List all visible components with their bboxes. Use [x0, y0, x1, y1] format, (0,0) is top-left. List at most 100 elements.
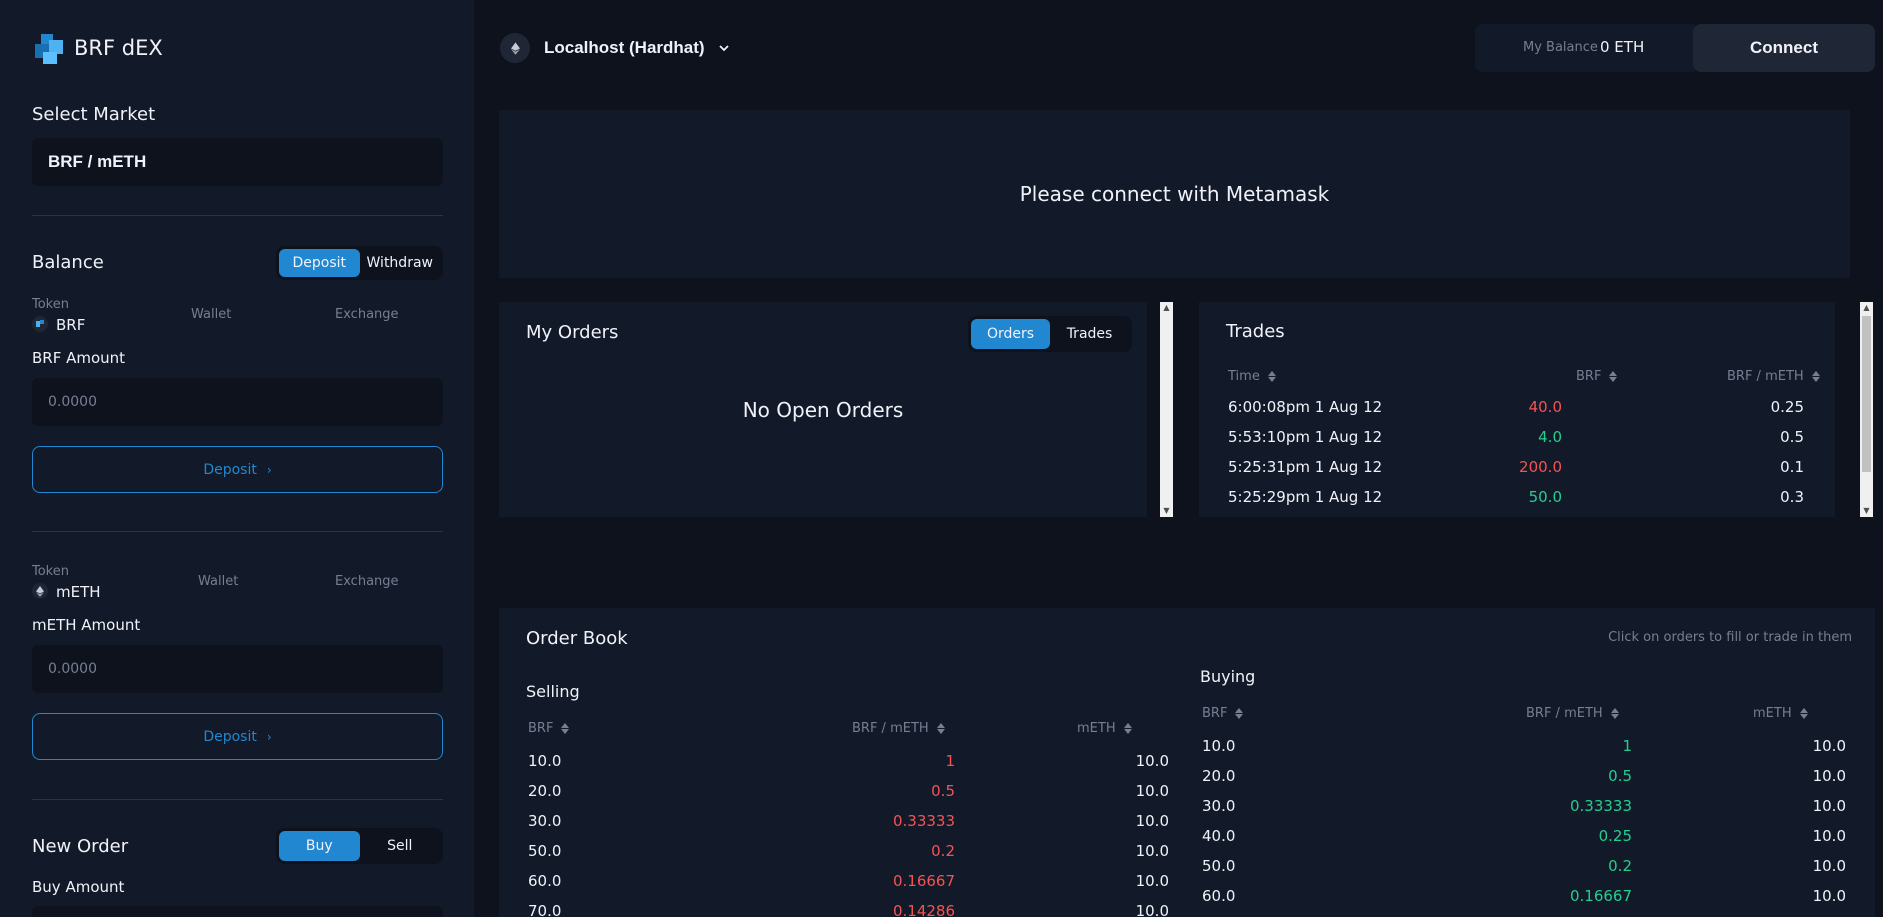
sell-order-meth: 10.0	[1135, 872, 1169, 890]
sidebar: BRF dEX Select Market BRF / mETH Balance…	[0, 0, 474, 917]
sell-order-price: 0.5	[931, 782, 955, 800]
buy-amount-field[interactable]	[32, 906, 443, 917]
sort-icon	[1799, 708, 1808, 719]
meth-amount-input[interactable]	[32, 645, 443, 693]
buy-order-price: 0.33333	[1569, 797, 1632, 815]
table-row[interactable]: 70.0 0.14286 10.0	[499, 902, 1169, 917]
sort-icon	[561, 723, 570, 734]
my-balance-value: 0 ETH	[1600, 38, 1645, 56]
divider	[32, 215, 443, 216]
trade-price: 0.1	[1780, 458, 1804, 476]
divider	[32, 799, 443, 800]
scroll-up-arrow-icon[interactable]: ▲	[1160, 302, 1173, 314]
buy-order-price: 0.5	[1608, 767, 1632, 785]
buying-header-brf[interactable]: BRF	[1202, 706, 1244, 721]
trades-header-brf[interactable]: BRF	[1576, 369, 1618, 384]
table-row[interactable]: 10.0 1 10.0	[1199, 737, 1846, 763]
sell-order-meth: 10.0	[1135, 902, 1169, 917]
meth-amount-field[interactable]	[32, 645, 443, 693]
my-orders-scrollbar[interactable]: ▲ ▼	[1160, 302, 1173, 517]
scroll-thumb[interactable]	[1862, 316, 1871, 472]
deposit-tab[interactable]: Deposit	[279, 249, 360, 277]
table-row[interactable]: 60.0 0.16667 10.0	[1199, 887, 1846, 913]
connect-banner-message: Please connect with Metamask	[1019, 182, 1330, 206]
sort-icon	[936, 723, 945, 734]
market-select[interactable]: BRF / mETH	[32, 138, 443, 186]
sell-order-meth: 10.0	[1135, 782, 1169, 800]
trades-header-time[interactable]: Time	[1228, 369, 1276, 384]
sell-tab[interactable]: Sell	[360, 831, 441, 861]
my-balance-label: My Balance	[1523, 40, 1598, 55]
trades-tab[interactable]: Trades	[1050, 319, 1129, 349]
eth-network-icon	[500, 33, 530, 63]
sell-order-price: 0.33333	[892, 812, 955, 830]
table-row[interactable]: 50.0 0.2 10.0	[1199, 857, 1846, 883]
order-book-hint: Click on orders to fill or trade in them	[1608, 630, 1852, 645]
brf-amount-field[interactable]	[32, 378, 443, 426]
app-name: BRF dEX	[74, 36, 163, 60]
trade-time: 5:25:29pm 1 Aug 12	[1228, 488, 1383, 506]
token-label: Token	[32, 564, 69, 579]
table-row[interactable]: 5:25:31pm 1 Aug 12 200.0 0.1	[1199, 458, 1835, 484]
sell-order-brf: 60.0	[528, 872, 562, 890]
new-order-title: New Order	[32, 836, 129, 857]
selling-header-brf[interactable]: BRF	[528, 721, 570, 736]
buy-order-brf: 30.0	[1202, 797, 1236, 815]
buy-amount-label: Buy Amount	[32, 878, 125, 896]
scroll-up-arrow-icon[interactable]: ▲	[1860, 302, 1873, 314]
sort-icon	[1609, 371, 1618, 382]
sort-icon	[1811, 371, 1820, 382]
buying-header-meth[interactable]: mETH	[1753, 706, 1808, 721]
sell-order-brf: 70.0	[528, 902, 562, 917]
table-row[interactable]: 30.0 0.33333 10.0	[499, 812, 1169, 838]
trades-scrollbar[interactable]: ▲ ▼	[1860, 302, 1873, 517]
meth-deposit-button[interactable]: Deposit ›	[32, 713, 443, 760]
trade-amount: 40.0	[1528, 398, 1562, 416]
chevron-right-icon: ›	[266, 729, 272, 744]
my-orders-title: My Orders	[526, 322, 619, 343]
table-row[interactable]: 20.0 0.5 10.0	[499, 782, 1169, 808]
withdraw-tab[interactable]: Withdraw	[360, 249, 441, 277]
trade-amount: 50.0	[1528, 488, 1562, 506]
brf-amount-input[interactable]	[32, 378, 443, 426]
selling-header-price[interactable]: BRF / mETH	[852, 721, 945, 736]
table-row[interactable]: 5:53:10pm 1 Aug 12 4.0 0.5	[1199, 428, 1835, 454]
no-open-orders-message: No Open Orders	[742, 398, 904, 422]
trades-header-price[interactable]: BRF / mETH	[1727, 369, 1820, 384]
my-orders-panel: My Orders Orders Trades No Open Orders	[499, 302, 1147, 517]
buy-order-brf: 60.0	[1202, 887, 1236, 905]
wallet-label: Wallet	[191, 307, 232, 322]
table-row[interactable]: 20.0 0.5 10.0	[1199, 767, 1846, 793]
market-select-value: BRF / mETH	[48, 152, 147, 171]
brf-deposit-button[interactable]: Deposit ›	[32, 446, 443, 493]
table-row[interactable]: 50.0 0.2 10.0	[499, 842, 1169, 868]
table-row[interactable]: 40.0 0.25 10.0	[1199, 827, 1846, 853]
buying-header-price[interactable]: BRF / mETH	[1526, 706, 1619, 721]
sell-order-price: 0.16667	[892, 872, 955, 890]
sell-order-meth: 10.0	[1135, 842, 1169, 860]
table-row[interactable]: 30.0 0.33333 10.0	[1199, 797, 1846, 823]
table-row[interactable]: 6:00:08pm 1 Aug 12 40.0 0.25	[1199, 398, 1835, 424]
sell-order-brf: 50.0	[528, 842, 562, 860]
table-row[interactable]: 60.0 0.16667 10.0	[499, 872, 1169, 898]
meth-token-symbol: mETH	[56, 583, 101, 601]
selling-title: Selling	[526, 682, 580, 701]
table-row[interactable]: 5:25:29pm 1 Aug 12 50.0 0.3	[1199, 488, 1835, 514]
trade-amount: 4.0	[1538, 428, 1562, 446]
connect-button[interactable]: Connect	[1693, 24, 1875, 72]
scroll-down-arrow-icon[interactable]: ▼	[1860, 505, 1873, 517]
table-row[interactable]: 10.0 1 10.0	[499, 752, 1169, 778]
brf-token-symbol: BRF	[56, 316, 86, 334]
sell-order-brf: 10.0	[528, 752, 562, 770]
buy-order-brf: 50.0	[1202, 857, 1236, 875]
buy-order-price: 0.25	[1598, 827, 1632, 845]
brf-token-icon	[32, 316, 48, 332]
buy-tab[interactable]: Buy	[279, 831, 360, 861]
network-select[interactable]: Localhost (Hardhat)	[544, 38, 729, 58]
order-book-title: Order Book	[526, 628, 628, 649]
meth-amount-label: mETH Amount	[32, 616, 141, 634]
orders-tab[interactable]: Orders	[971, 319, 1050, 349]
selling-header-meth[interactable]: mETH	[1077, 721, 1132, 736]
scroll-down-arrow-icon[interactable]: ▼	[1160, 505, 1173, 517]
trade-price: 0.3	[1780, 488, 1804, 506]
